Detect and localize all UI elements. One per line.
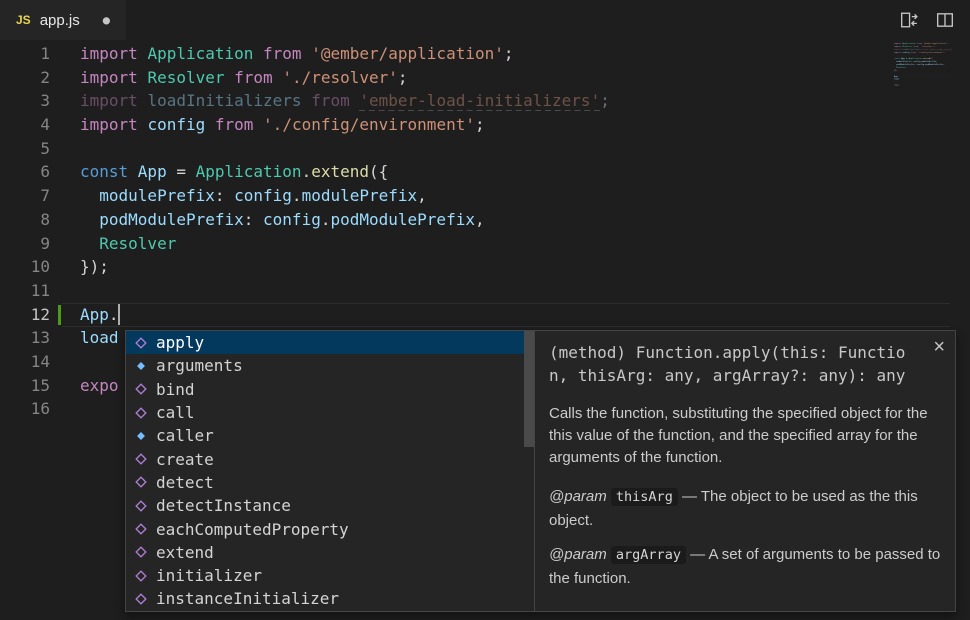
open-changes-icon[interactable] (900, 11, 918, 29)
git-added-indicator (58, 305, 61, 325)
line-number: 4 (0, 113, 50, 137)
suggestion-eachComputedProperty[interactable]: eachComputedProperty (126, 517, 534, 540)
code-line[interactable]: 10}); (0, 255, 970, 279)
tab-app-js[interactable]: JS app.js ● (0, 0, 126, 40)
suggestion-detect[interactable]: detect (126, 471, 534, 494)
suggestion-detectInstance[interactable]: detectInstance (126, 494, 534, 517)
editor[interactable]: 1 import Application from '@ember/applica… (0, 40, 970, 620)
method-icon (133, 335, 149, 351)
docs-description: Calls the function, substituting the spe… (549, 403, 941, 469)
suggestion-extend[interactable]: extend (126, 541, 534, 564)
code-line[interactable]: 9 Resolver (0, 232, 970, 256)
suggest-docs-panel: × (method) Function.apply(this: Function… (534, 330, 956, 612)
suggestion-label: detectInstance (156, 496, 291, 515)
code-line[interactable]: 5 (0, 137, 970, 161)
method-icon (133, 381, 149, 397)
method-icon (133, 591, 149, 607)
suggestion-apply[interactable]: apply (126, 331, 534, 354)
suggestion-instanceInitializer[interactable]: instanceInitializer (126, 587, 534, 610)
suggestion-label: eachComputedProperty (156, 520, 349, 539)
tab-title: app.js (40, 12, 80, 29)
docs-signature: (method) Function.apply(this: Function, … (549, 341, 941, 387)
param-tag: @param (549, 488, 607, 505)
line-number: 3 (0, 89, 50, 113)
line-number: 16 (0, 397, 50, 421)
method-icon (133, 451, 149, 467)
suggestion-label: apply (156, 333, 204, 352)
line-number: 10 (0, 255, 50, 279)
line-number: 8 (0, 208, 50, 232)
param-description: — A set of arguments to be passed to the… (549, 546, 940, 587)
minimap[interactable]: import Application from '@ember/applicat… (894, 42, 952, 96)
method-icon (133, 568, 149, 584)
suggestion-call[interactable]: call (126, 401, 534, 424)
docs-param-argArray: @param argArray — A set of arguments to … (549, 543, 941, 591)
field-icon (133, 428, 149, 444)
line-number: 1 (0, 42, 50, 66)
line-number: 6 (0, 160, 50, 184)
suggestion-label: instanceInitializer (156, 589, 339, 608)
suggestion-label: bind (156, 380, 195, 399)
code-line[interactable]: 2import Resolver from './resolver'; (0, 66, 970, 90)
suggestion-caller[interactable]: caller (126, 424, 534, 447)
line-number: 5 (0, 137, 50, 161)
suggestion-label: arguments (156, 356, 243, 375)
suggestion-label: caller (156, 426, 214, 445)
docs-param-thisArg: @param thisArg — The object to be used a… (549, 485, 941, 533)
method-icon (133, 498, 149, 514)
code-line[interactable]: 7 modulePrefix: config.modulePrefix, (0, 184, 970, 208)
code-line[interactable]: 8 podModulePrefix: config.podModulePrefi… (0, 208, 970, 232)
code-line[interactable]: 3import loadInitializers from 'ember-loa… (0, 89, 970, 113)
line-number: 11 (0, 279, 50, 303)
line-number: 14 (0, 350, 50, 374)
param-name-chip: argArray (611, 546, 686, 564)
code-line[interactable]: 6const App = Application.extend({ (0, 160, 970, 184)
javascript-file-icon: JS (16, 13, 31, 27)
code-line[interactable]: 4import config from './config/environmen… (0, 113, 970, 137)
line-number: 7 (0, 184, 50, 208)
code-line[interactable]: 11 (0, 279, 970, 303)
code-line[interactable]: 1import Application from '@ember/applica… (0, 42, 970, 66)
method-icon (133, 405, 149, 421)
line-number: 13 (0, 326, 50, 350)
docs-close-button[interactable]: × (931, 335, 947, 359)
suggest-scrollbar-thumb[interactable] (524, 331, 534, 447)
line-number: 12 (0, 303, 50, 327)
param-name-chip: thisArg (611, 488, 678, 506)
suggestion-bind[interactable]: bind (126, 378, 534, 401)
line-number: 9 (0, 232, 50, 256)
text-cursor (118, 304, 120, 325)
method-icon (133, 521, 149, 537)
editor-actions (900, 11, 970, 29)
modified-indicator-icon[interactable]: ● (103, 13, 110, 27)
suggestion-label: call (156, 403, 195, 422)
suggest-list: apply arguments bind call caller create detect… (125, 330, 535, 612)
tab-bar: JS app.js ● (0, 0, 970, 40)
suggestion-create[interactable]: create (126, 447, 534, 470)
method-icon (133, 544, 149, 560)
suggestion-label: initializer (156, 566, 262, 585)
field-icon (133, 358, 149, 374)
code-line[interactable]: 12App. (0, 303, 970, 327)
line-number: 15 (0, 374, 50, 398)
suggestion-arguments[interactable]: arguments (126, 354, 534, 377)
split-editor-icon[interactable] (936, 11, 954, 29)
suggestion-label: extend (156, 543, 214, 562)
vscode-window: JS app.js ● 1 import Application from '@e… (0, 0, 970, 620)
suggestion-initializer[interactable]: initializer (126, 564, 534, 587)
suggestion-label: detect (156, 473, 214, 492)
suggestion-label: create (156, 450, 214, 469)
param-tag: @param (549, 546, 607, 563)
line-number: 2 (0, 66, 50, 90)
method-icon (133, 474, 149, 490)
suggest-widget: apply arguments bind call caller create detect… (125, 330, 956, 612)
